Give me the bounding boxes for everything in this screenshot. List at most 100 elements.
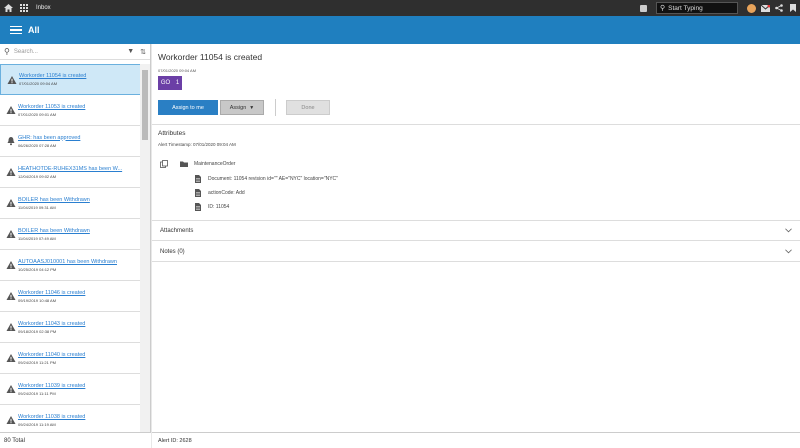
list-total: 80 Total [0, 432, 151, 448]
warning-icon [6, 106, 16, 114]
list-item-title[interactable]: GHR: has been approved [18, 135, 124, 141]
folder-icon[interactable] [180, 160, 188, 168]
attachments-section[interactable]: Attachments [152, 221, 800, 241]
document-icon [195, 175, 201, 183]
warning-icon [6, 168, 16, 176]
list-item-date: 06/26/2020 07:28 AM [18, 142, 57, 148]
list-search-input[interactable]: Search... [14, 49, 121, 55]
global-search-placeholder: Start Typing [668, 4, 703, 12]
chevron-down-icon[interactable] [785, 227, 792, 234]
list-item[interactable]: Workorder 11040 is created 09/24/2019 11:… [0, 343, 141, 374]
list-item-date: 10/25/2019 04:12 PM [18, 266, 57, 272]
page-title: All [28, 25, 40, 35]
alert-detail-panel: Workorder 11054 is created 07/01/2020 09… [152, 44, 800, 448]
caret-down-icon: ▼ [249, 104, 255, 111]
list-item[interactable]: HEATHOTDE-RUHEX31MS has been W... 12/04/2… [0, 157, 141, 188]
list-item-title[interactable]: Workorder 11053 is created [18, 104, 124, 110]
list-item-title[interactable]: BOILER has been Withdrawn [18, 197, 124, 203]
status-badge[interactable]: GO 1 [158, 76, 182, 90]
attributes-title: Attributes [158, 130, 186, 137]
list-item-title[interactable]: Workorder 11038 is created [18, 414, 124, 420]
list-scrollbar[interactable] [140, 64, 150, 432]
list-item[interactable]: GHR: has been approved 06/26/2020 07:28 A… [0, 126, 141, 157]
tree-root-label: MaintenanceOrder [194, 161, 236, 167]
warning-icon [6, 230, 16, 238]
document-icon [195, 203, 201, 211]
list-item-title[interactable]: HEATHOTDE-RUHEX31MS has been W... [18, 166, 124, 172]
tree-item-label: Document: 11054 revision id="" AE="NYC" … [208, 176, 338, 182]
share-icon[interactable] [772, 0, 786, 16]
list-search-bar: ⚲ Search... ▼ ⇅ [0, 44, 150, 60]
warning-icon [6, 261, 16, 269]
list-item[interactable]: Workorder 11039 is created 09/24/2019 11:… [0, 374, 141, 405]
list-item[interactable]: BOILER has been Withdrawn 11/04/2019 07:4… [0, 219, 141, 250]
notes-label: Notes (0) [160, 248, 185, 255]
document-icon [195, 189, 201, 197]
chevron-down-icon[interactable] [785, 248, 792, 255]
assign-to-me-button[interactable]: Assign to me [158, 100, 218, 115]
list-item[interactable]: AUTOAASJ010001 has been Withdrawn 10/25/2… [0, 250, 141, 281]
avatar[interactable] [744, 0, 758, 16]
sort-icon[interactable]: ⇅ [140, 48, 146, 56]
alert-list: Workorder 11054 is created 07/01/2020 09:… [0, 64, 141, 432]
hamburger-menu-icon[interactable] [10, 25, 22, 35]
tree-item-row: ID: 11054 [194, 203, 229, 211]
detail-date: 07/01/2020 09:04 AM [158, 68, 197, 73]
warning-icon [6, 416, 16, 424]
tree-item-label: actionCode: Add [208, 190, 245, 196]
assign-label: Assign [229, 104, 247, 111]
list-item-title[interactable]: Workorder 11046 is created [18, 290, 124, 296]
list-item-title[interactable]: BOILER has been Withdrawn [18, 228, 124, 234]
list-item[interactable]: Workorder 11053 is created 07/01/2020 09:… [0, 95, 141, 126]
mail-icon[interactable] [758, 0, 772, 16]
badge-label: GO [160, 80, 171, 86]
list-item-date: 07/01/2020 09:01 AM [18, 111, 57, 117]
list-item-date: 07/01/2020 09:04 AM [19, 81, 58, 86]
warning-icon [7, 76, 17, 84]
divider [275, 99, 276, 116]
filter-icon[interactable]: ▼ [127, 48, 134, 55]
assign-button[interactable]: Assign ▼ [220, 100, 264, 115]
attachments-label: Attachments [160, 227, 194, 234]
badge-count: 1 [175, 80, 180, 86]
alert-list-panel: ⚲ Search... ▼ ⇅ Workorder 11054 is creat… [0, 44, 151, 448]
list-item-title[interactable]: Workorder 11043 is created [18, 321, 124, 327]
list-item-title[interactable]: AUTOAASJ010001 has been Withdrawn [18, 259, 124, 265]
list-item-date: 09/19/2019 10:48 AM [18, 297, 57, 303]
list-item-title[interactable]: Workorder 11054 is created [19, 73, 125, 79]
bookmark-icon[interactable] [786, 0, 800, 16]
detail-title: Workorder 11054 is created [158, 52, 263, 62]
stop-icon[interactable] [636, 0, 650, 16]
list-item[interactable]: BOILER has been Withdrawn 11/04/2019 09:3… [0, 188, 141, 219]
search-icon: ⚲ [660, 5, 666, 12]
list-item[interactable]: Workorder 11046 is created 09/19/2019 10:… [0, 281, 141, 312]
alert-id: Alert ID: 2628 [152, 432, 800, 448]
copy-icon[interactable] [160, 160, 168, 168]
tree-item-label: ID: 11054 [208, 204, 230, 210]
divider [152, 124, 800, 125]
warning-icon [6, 199, 16, 207]
global-search-input[interactable]: ⚲ Start Typing [656, 2, 738, 14]
tree-item-row: Document: 11054 revision id="" AE="NYC" … [194, 175, 338, 183]
list-item-title[interactable]: Workorder 11039 is created [18, 383, 124, 389]
list-item-date: 11/04/2019 07:49 AM [18, 235, 56, 241]
list-item[interactable]: Workorder 11054 is created 07/01/2020 09:… [0, 64, 141, 95]
list-item-date: 09/24/2019 11:21 PM [18, 359, 56, 365]
notes-section[interactable]: Notes (0) [152, 242, 800, 262]
home-icon[interactable] [0, 0, 16, 16]
list-item[interactable]: Workorder 11043 is created 09/18/2019 02:… [0, 312, 141, 343]
list-item-date: 09/24/2019 11:19 AM [18, 421, 56, 427]
search-icon: ⚲ [4, 47, 10, 56]
list-item[interactable]: Workorder 11038 is created 09/24/2019 11:… [0, 405, 141, 432]
list-item-date: 11/04/2019 09:31 AM [18, 204, 56, 210]
app-title: Inbox [36, 5, 51, 11]
list-item-date: 12/04/2019 09:02 AM [18, 173, 57, 179]
tree-item-row: actionCode: Add [194, 189, 245, 197]
tree-root-row: MaintenanceOrder [160, 160, 235, 168]
list-item-title[interactable]: Workorder 11040 is created [18, 352, 124, 358]
alert-timestamp: Alert Timestamp: 07/01/2020 09:04 AM [158, 142, 236, 147]
warning-icon [6, 385, 16, 393]
warning-icon [6, 354, 16, 362]
apps-grid-icon[interactable] [16, 0, 32, 16]
done-button[interactable]: Done [286, 100, 330, 115]
